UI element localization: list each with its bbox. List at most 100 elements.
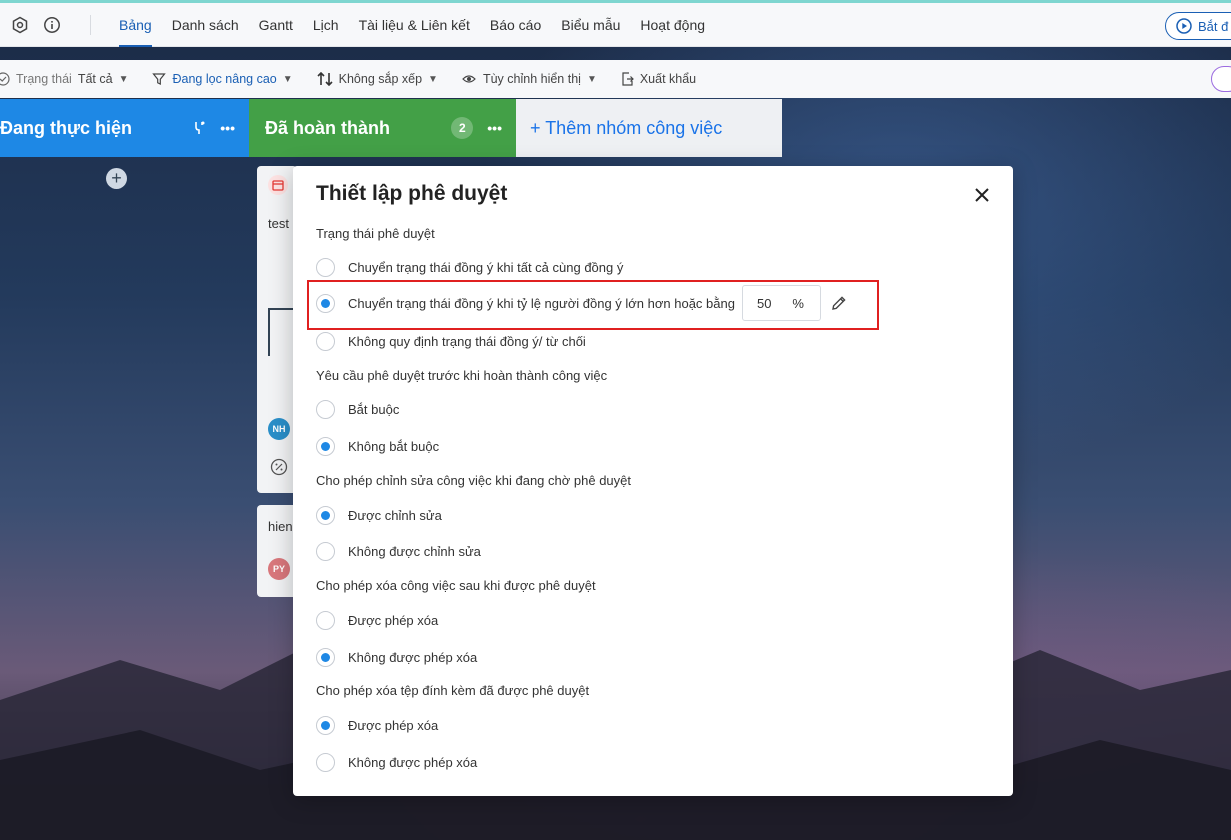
column-title: Đã hoàn thành <box>265 117 390 138</box>
section-allow-delete-attachment: Cho phép xóa tệp đính kèm đã được phê du… <box>316 683 590 698</box>
radio-button[interactable] <box>316 752 335 772</box>
option-label: Không quy định trạng thái đồng ý/ từ chố… <box>348 333 586 349</box>
check-circle-icon <box>0 72 10 86</box>
tab-forms[interactable]: Biểu mẫu <box>551 3 630 47</box>
sort-label: Không sắp xếp <box>338 72 423 86</box>
radio-delete-task-yes[interactable]: Được phép xóa <box>316 610 438 630</box>
option-label: Không được chỉnh sửa <box>348 543 481 559</box>
dialog-title: Thiết lập phê duyệt <box>316 182 508 205</box>
close-icon[interactable] <box>973 186 991 204</box>
chevron-down-icon: ▼ <box>118 73 129 85</box>
radio-status-none[interactable]: Không quy định trạng thái đồng ý/ từ chố… <box>316 331 586 351</box>
status-filter-label: Trạng thái <box>16 72 72 86</box>
filter-bar: Trạng thái Tất cả ▼ Đang lọc nâng cao ▼ … <box>0 60 1231 98</box>
ratio-value: 50 <box>756 295 772 311</box>
chevron-down-icon: ▼ <box>428 73 438 85</box>
add-task-icon[interactable]: + <box>106 168 127 189</box>
ratio-unit: % <box>792 295 804 311</box>
settings-hex-icon[interactable] <box>10 15 30 35</box>
radio-button-selected[interactable] <box>316 505 335 525</box>
radio-button[interactable] <box>316 399 335 419</box>
percent-icon <box>270 458 288 476</box>
status-filter[interactable]: Trạng thái Tất cả ▼ <box>0 72 128 86</box>
option-label: Không được phép xóa <box>348 649 478 665</box>
radio-button-selected[interactable] <box>316 715 335 735</box>
radio-button-selected[interactable] <box>316 647 335 667</box>
radio-delete-attach-yes[interactable]: Được phép xóa <box>316 715 438 735</box>
ai-assistant-button[interactable] <box>1211 66 1231 92</box>
option-label: Được chỉnh sửa <box>348 507 442 523</box>
option-label: Không được phép xóa <box>348 754 478 770</box>
section-allow-delete-task: Cho phép xóa công việc sau khi được phê … <box>316 578 596 593</box>
radio-require-yes[interactable]: Bắt buộc <box>316 399 399 419</box>
task-count-badge: 2 <box>451 117 474 139</box>
display-settings-dropdown[interactable]: Tùy chỉnh hiển thị ▼ <box>462 72 597 86</box>
option-label: Được phép xóa <box>348 612 439 628</box>
task-title: hien <box>268 519 293 534</box>
export-button[interactable]: Xuất khẩu <box>621 72 696 86</box>
option-label: Bắt buộc <box>348 401 400 417</box>
chevron-down-icon: ▼ <box>282 73 293 85</box>
tab-calendar[interactable]: Lịch <box>303 3 349 47</box>
option-label: Chuyển trạng thái đồng ý khi tất cả cùng… <box>348 259 624 275</box>
export-label: Xuất khẩu <box>639 72 697 86</box>
radio-button-selected[interactable] <box>316 293 335 313</box>
radio-edit-no[interactable]: Không được chỉnh sửa <box>316 541 481 561</box>
tab-list[interactable]: Danh sách <box>162 3 249 47</box>
radio-require-no[interactable]: Không bắt buộc <box>316 436 439 456</box>
automation-icon[interactable] <box>192 120 206 136</box>
task-card[interactable]: test NH <box>257 166 297 493</box>
add-task-group-button[interactable]: + Thêm nhóm công việc <box>516 99 782 157</box>
option-label: Chuyển trạng thái đồng ý khi tỷ lệ người… <box>348 295 735 311</box>
top-navigation-bar: Bảng Danh sách Gantt Lịch Tài liệu & Liê… <box>0 0 1231 47</box>
status-filter-value: Tất cả <box>77 72 113 86</box>
radio-button-selected[interactable] <box>316 436 335 456</box>
section-allow-edit: Cho phép chỉnh sửa công việc khi đang ch… <box>316 473 631 488</box>
edit-pencil-icon[interactable] <box>830 294 848 312</box>
filter-icon <box>152 73 167 85</box>
option-label: Được phép xóa <box>348 717 439 733</box>
column-title: Đang thực hiện <box>0 117 133 138</box>
radio-button[interactable] <box>316 541 335 561</box>
tab-gantt[interactable]: Gantt <box>249 3 303 47</box>
radio-status-all[interactable]: Chuyển trạng thái đồng ý khi tất cả cùng… <box>316 257 623 277</box>
option-label: Không bắt buộc <box>348 438 440 454</box>
task-title: test <box>268 216 289 231</box>
eye-settings-icon <box>462 75 476 83</box>
radio-button[interactable] <box>316 610 335 630</box>
avatar: PY <box>268 558 290 580</box>
display-settings-label: Tùy chỉnh hiển thị <box>482 72 581 86</box>
tab-documents[interactable]: Tài liệu & Liên kết <box>349 3 480 47</box>
play-icon <box>1176 18 1192 34</box>
radio-delete-task-no[interactable]: Không được phép xóa <box>316 647 477 667</box>
sort-dropdown[interactable]: Không sắp xếp ▼ <box>317 72 438 86</box>
divider <box>90 14 91 35</box>
radio-edit-yes[interactable]: Được chỉnh sửa <box>316 505 442 525</box>
ratio-input[interactable]: 50 % <box>741 285 821 321</box>
section-approval-status: Trạng thái phê duyệt <box>316 226 435 241</box>
radio-button[interactable] <box>316 257 335 277</box>
start-button[interactable]: Bắt đ <box>1165 12 1231 40</box>
radio-button[interactable] <box>316 331 335 351</box>
column-done-header[interactable]: Đã hoàn thành 2 ••• <box>249 99 516 157</box>
tab-reports[interactable]: Báo cáo <box>480 3 551 47</box>
export-icon <box>622 72 634 86</box>
advanced-filter[interactable]: Đang lọc nâng cao ▼ <box>152 72 293 86</box>
info-icon[interactable] <box>42 15 62 35</box>
calendar-icon <box>268 175 288 195</box>
approval-settings-dialog: Thiết lập phê duyệt Trạng thái phê duyệt… <box>293 166 1013 796</box>
advanced-filter-label: Đang lọc nâng cao <box>172 72 277 86</box>
column-in-progress-header[interactable]: Đang thực hiện ••• <box>0 99 249 157</box>
chevron-down-icon: ▼ <box>586 73 597 85</box>
radio-status-ratio[interactable]: Chuyển trạng thái đồng ý khi tỷ lệ người… <box>316 285 848 321</box>
start-button-label: Bắt đ <box>1198 18 1229 34</box>
tab-board[interactable]: Bảng <box>109 3 162 47</box>
avatar: NH <box>268 418 290 440</box>
radio-delete-attach-no[interactable]: Không được phép xóa <box>316 752 477 772</box>
task-card[interactable]: hien PY <box>257 505 297 597</box>
more-options-icon[interactable]: ••• <box>487 120 502 136</box>
section-require-approval: Yêu cầu phê duyệt trước khi hoàn thành c… <box>316 368 608 383</box>
tab-activity[interactable]: Hoạt động <box>630 3 715 47</box>
more-options-icon[interactable]: ••• <box>220 120 235 136</box>
sort-icon <box>317 72 333 86</box>
